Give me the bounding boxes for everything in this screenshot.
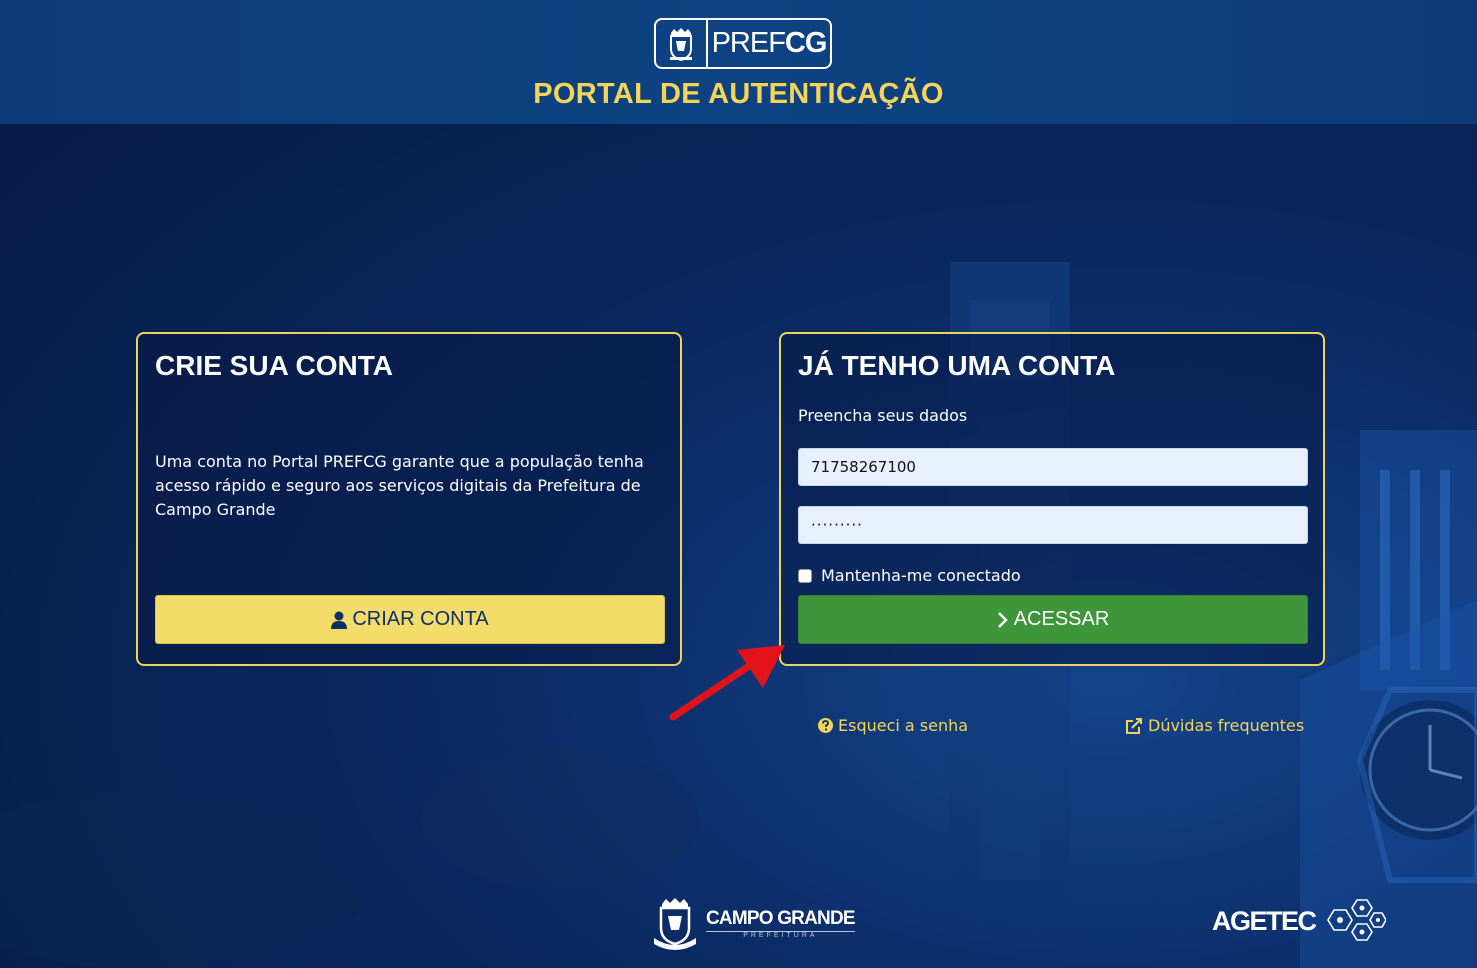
agetec-name: AGETEC [1212, 905, 1317, 936]
chevron-right-icon [997, 611, 1009, 629]
prefeitura-label: PREFEITURA [706, 930, 855, 939]
remember-checkbox[interactable] [798, 568, 812, 583]
login-button[interactable]: ACESSAR [798, 595, 1308, 644]
create-account-button[interactable]: CRIAR CONTA [155, 595, 665, 644]
city-crest-icon [654, 898, 696, 950]
prefcg-logo: PREF CG [654, 18, 832, 69]
remember-me[interactable]: Mantenha-me conectado [798, 566, 1021, 585]
faq-link[interactable]: Dúvidas frequentes [1125, 716, 1304, 735]
login-subtitle: Preencha seus dados [798, 406, 968, 425]
header: PREF CG PORTAL DE AUTENTICAÇÃO [0, 0, 1477, 124]
logo-text: PREF CG [711, 27, 828, 59]
login-title: JÁ TENHO UMA CONTA [798, 350, 1116, 381]
hexagon-tech-icon [1326, 899, 1386, 941]
forgot-password-label: Esqueci a senha [838, 716, 969, 735]
agetec-logo: AGETEC [1212, 898, 1386, 944]
city-crest-icon [656, 20, 708, 67]
question-circle-icon [818, 718, 833, 733]
external-link-icon [1125, 717, 1143, 734]
login-label: ACESSAR [1013, 608, 1110, 630]
username-input[interactable] [798, 448, 1308, 486]
remember-label: Mantenha-me conectado [821, 566, 1021, 585]
login-card: JÁ TENHO UMA CONTA Preencha seus dados M… [779, 332, 1325, 666]
create-account-card: CRIE SUA CONTA Uma conta no Portal PREFC… [136, 332, 682, 666]
user-icon [331, 611, 348, 629]
red-arrow-annotation [669, 645, 785, 721]
create-account-label: CRIAR CONTA [352, 608, 489, 630]
forgot-password-link[interactable]: Esqueci a senha [818, 716, 968, 735]
page-title: PORTAL DE AUTENTICAÇÃO [533, 78, 944, 110]
create-account-description: Uma conta no Portal PREFCG garante que a… [155, 452, 644, 519]
faq-label: Dúvidas frequentes [1148, 716, 1305, 735]
campo-grande-name: CAMPO GRANDE [706, 907, 856, 929]
create-account-title: CRIE SUA CONTA [155, 350, 393, 381]
campo-grande-logo: CAMPO GRANDE PREFEITURA [652, 896, 856, 950]
password-input[interactable] [798, 506, 1308, 544]
